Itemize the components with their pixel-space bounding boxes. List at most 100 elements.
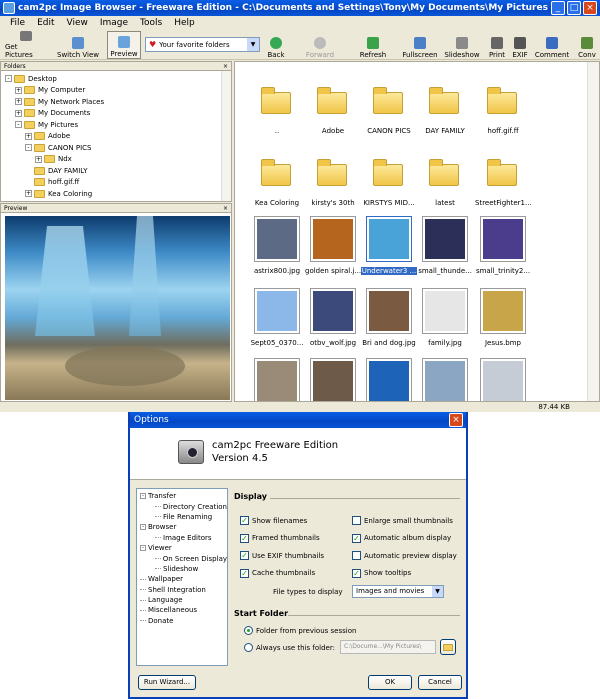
- tree-item[interactable]: + My Computer: [5, 85, 231, 97]
- folder-thumbnail[interactable]: KIRSTYS MID...: [361, 144, 417, 216]
- expand-icon[interactable]: +: [15, 109, 22, 117]
- switch-view-button[interactable]: Switch View: [54, 31, 102, 59]
- options-tree-item[interactable]: Slideshow: [140, 564, 227, 574]
- image-thumbnail[interactable]: [249, 354, 305, 401]
- options-tree-item[interactable]: Donate: [140, 616, 227, 626]
- close-button[interactable]: ×: [583, 1, 597, 15]
- tree-item[interactable]: + Ndx: [5, 154, 231, 166]
- tree-item[interactable]: + My Network Places: [5, 96, 231, 108]
- options-tree-item[interactable]: File Renaming: [140, 512, 227, 522]
- tree-item[interactable]: + Adobe: [5, 131, 231, 143]
- tree-item[interactable]: - My Pictures: [5, 119, 231, 131]
- checkmark-icon[interactable]: ✓: [352, 533, 361, 543]
- image-thumbnail[interactable]: family.jpg: [417, 284, 473, 356]
- menu-edit[interactable]: Edit: [31, 18, 60, 28]
- cancel-button[interactable]: Cancel: [418, 675, 462, 690]
- option-checkbox[interactable]: ✓ Show filenames: [240, 512, 324, 530]
- options-tree-item[interactable]: - Transfer: [140, 491, 227, 501]
- option-checkbox[interactable]: ✓ Framed thumbnails: [240, 530, 324, 548]
- close-pane-icon[interactable]: ×: [223, 62, 228, 71]
- option-checkbox[interactable]: Enlarge small thumbnails: [352, 512, 457, 530]
- collapse-icon[interactable]: -: [140, 524, 146, 531]
- slideshow-button[interactable]: Slideshow: [442, 31, 482, 59]
- options-tree-item[interactable]: Wallpaper: [140, 574, 227, 584]
- collapse-icon[interactable]: -: [140, 493, 146, 500]
- checkmark-icon[interactable]: ✓: [240, 533, 249, 543]
- expand-icon[interactable]: +: [25, 190, 32, 198]
- radio-always-folder[interactable]: Always use this folder:: [244, 643, 335, 652]
- image-thumbnail[interactable]: [305, 354, 361, 401]
- image-thumbnail[interactable]: Sept05_0370...: [249, 284, 305, 356]
- dialog-close-button[interactable]: ×: [449, 413, 463, 427]
- menu-image[interactable]: Image: [94, 18, 134, 28]
- option-checkbox[interactable]: Automatic preview display: [352, 547, 457, 565]
- checkbox-empty-icon[interactable]: [352, 551, 361, 561]
- expand-icon[interactable]: +: [35, 155, 42, 163]
- tree-item[interactable]: DAY FAMILY: [5, 165, 231, 177]
- run-wizard-button[interactable]: Run Wizard...: [138, 675, 196, 690]
- print-button[interactable]: Print: [486, 31, 508, 59]
- checkmark-icon[interactable]: ✓: [240, 568, 249, 578]
- ok-button[interactable]: OK: [368, 675, 412, 690]
- chevron-down-icon[interactable]: ▼: [432, 586, 443, 597]
- options-tree-item[interactable]: Language: [140, 595, 227, 605]
- image-thumbnail[interactable]: Bri and dog.jpg: [361, 284, 417, 356]
- file-types-select[interactable]: Images and movies ▼: [352, 585, 444, 598]
- checkbox-empty-icon[interactable]: [352, 516, 361, 526]
- options-tree-item[interactable]: On Screen Display: [140, 553, 227, 563]
- options-tree-item[interactable]: Miscellaneous: [140, 605, 227, 615]
- browse-folder-button[interactable]: [440, 639, 456, 655]
- folder-thumbnail[interactable]: Adobe: [305, 72, 361, 144]
- tree-item[interactable]: - CANON PICS: [5, 142, 231, 154]
- image-thumbnail[interactable]: Underwater3 ...: [361, 212, 417, 284]
- image-thumbnail[interactable]: small_trinity2...: [475, 212, 531, 284]
- image-thumbnail[interactable]: [475, 354, 531, 401]
- options-tree-item[interactable]: - Viewer: [140, 543, 227, 553]
- folder-thumbnail[interactable]: Kea Coloring: [249, 144, 305, 216]
- collapse-icon[interactable]: -: [140, 545, 146, 552]
- tree-item[interactable]: - Desktop: [5, 73, 231, 85]
- checkmark-icon[interactable]: ✓: [240, 516, 249, 526]
- exif-button[interactable]: EXIF: [509, 31, 531, 59]
- menu-view[interactable]: View: [61, 18, 94, 28]
- tree-item[interactable]: hoff.gif.ff: [5, 177, 231, 189]
- image-thumbnail[interactable]: small_thunde...: [417, 212, 473, 284]
- chevron-down-icon[interactable]: ▼: [247, 38, 259, 51]
- fullscreen-button[interactable]: Fullscreen: [399, 31, 441, 59]
- image-thumbnail[interactable]: golden spiral.j...: [305, 212, 361, 284]
- radio-previous-session[interactable]: Folder from previous session: [244, 626, 356, 635]
- options-tree-item[interactable]: Shell Integration: [140, 585, 227, 595]
- start-folder-path-input[interactable]: C:\Docume...\My Pictures\: [340, 640, 436, 654]
- folder-thumbnail[interactable]: hoff.gif.ff: [475, 72, 531, 144]
- close-preview-icon[interactable]: ×: [223, 204, 228, 213]
- menu-help[interactable]: Help: [168, 18, 201, 28]
- maximize-button[interactable]: □: [567, 1, 581, 15]
- folder-thumbnail[interactable]: ..: [249, 72, 305, 144]
- checkmark-icon[interactable]: ✓: [240, 551, 249, 561]
- favorite-folders-select[interactable]: ♥ Your favorite folders ▼: [145, 37, 260, 52]
- collapse-icon[interactable]: -: [15, 121, 22, 129]
- folder-thumbnail[interactable]: DAY FAMILY: [417, 72, 473, 144]
- folder-thumbnail[interactable]: CANON PICS: [361, 72, 417, 144]
- image-thumbnail[interactable]: Jesus.bmp: [475, 284, 531, 356]
- image-thumbnail[interactable]: astrix800.jpg: [249, 212, 305, 284]
- options-tree-item[interactable]: Image Editors: [140, 533, 227, 543]
- expand-icon[interactable]: +: [25, 132, 32, 140]
- menu-file[interactable]: File: [4, 18, 31, 28]
- option-checkbox[interactable]: ✓ Automatic album display: [352, 530, 457, 548]
- get-pictures-button[interactable]: Get Pictures: [2, 31, 50, 59]
- preview-button[interactable]: Preview: [107, 31, 141, 59]
- checkmark-icon[interactable]: ✓: [352, 568, 361, 578]
- collapse-icon[interactable]: -: [5, 75, 12, 83]
- tree-scrollbar[interactable]: [221, 71, 231, 201]
- refresh-button[interactable]: Refresh: [356, 31, 390, 59]
- folder-thumbnail[interactable]: StreetFighter1...: [475, 144, 531, 216]
- option-checkbox[interactable]: ✓ Show tooltips: [352, 565, 457, 583]
- image-thumbnail[interactable]: otbv_wolf.jpg: [305, 284, 361, 356]
- option-checkbox[interactable]: ✓ Use EXIF thumbnails: [240, 547, 324, 565]
- image-thumbnail[interactable]: [361, 354, 417, 401]
- expand-icon[interactable]: +: [15, 98, 22, 106]
- options-tree-item[interactable]: - Browser: [140, 522, 227, 532]
- option-checkbox[interactable]: ✓ Cache thumbnails: [240, 565, 324, 583]
- back-button[interactable]: Back: [264, 31, 288, 59]
